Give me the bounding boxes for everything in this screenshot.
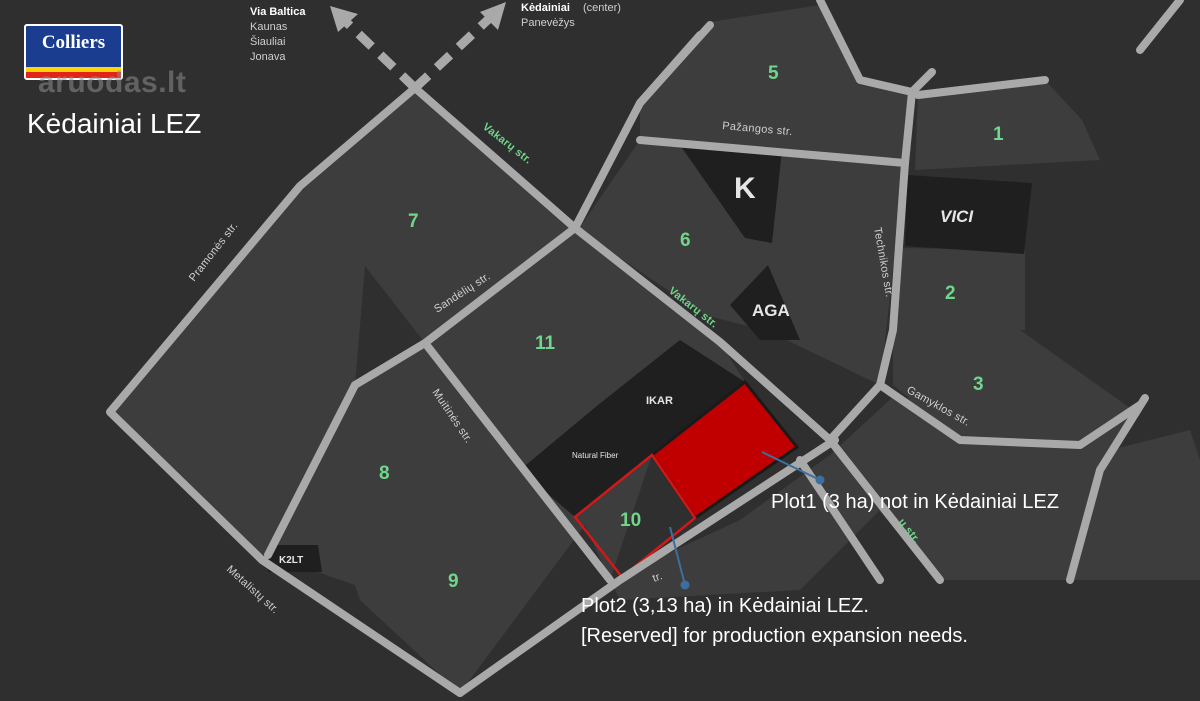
company-logo-aga: AGA — [752, 301, 790, 320]
callout-plot2-line-2: [Reserved] for production expansion need… — [581, 625, 968, 647]
leader-plot2-dot — [680, 580, 690, 590]
plot-number-10: 10 — [620, 510, 641, 531]
direction-via-baltica-title: Via Baltica — [250, 6, 306, 18]
company-logo-ikar: IKAR — [646, 395, 673, 407]
plot-number-2: 2 — [945, 283, 956, 304]
page-title: Kėdainiai LEZ — [27, 108, 202, 139]
plot-number-11: 11 — [535, 333, 556, 354]
company-logo-k: K — [734, 172, 756, 205]
company-logo-natural-fiber: Natural Fiber — [572, 451, 619, 460]
direction-kedainiai-suffix: (center) — [583, 2, 621, 14]
plot-number-7: 7 — [408, 211, 419, 232]
plot-number-5: 5 — [768, 63, 779, 84]
plot-number-3: 3 — [973, 374, 984, 395]
plot-number-1: 1 — [993, 124, 1004, 145]
plot-number-6: 6 — [680, 230, 691, 251]
direction-via-baltica-line-2: Šiauliai — [250, 35, 285, 48]
direction-via-baltica-line-3: Jonava — [250, 51, 286, 63]
direction-via-baltica-line-1: Kaunas — [250, 21, 288, 33]
block-2 — [895, 248, 1025, 330]
colliers-logo-text: Colliers — [41, 32, 106, 53]
watermark: aruodas.lt — [38, 66, 187, 99]
company-logo-vici: VICI — [940, 207, 974, 226]
leader-plot1-dot — [815, 475, 825, 485]
callout-plot1: Plot1 (3 ha) not in Kėdainiai LEZ — [771, 491, 1059, 513]
direction-kedainiai-title: Kėdainiai — [521, 2, 570, 14]
plot-number-8: 8 — [379, 463, 390, 484]
callout-plot2-line-1: Plot2 (3,13 ha) in Kėdainiai LEZ. — [581, 595, 869, 617]
plot-number-9: 9 — [448, 571, 459, 592]
direction-kedainiai-line-1: Panevėžys — [521, 17, 575, 29]
company-logo-k2lt: K2LT — [279, 555, 303, 566]
